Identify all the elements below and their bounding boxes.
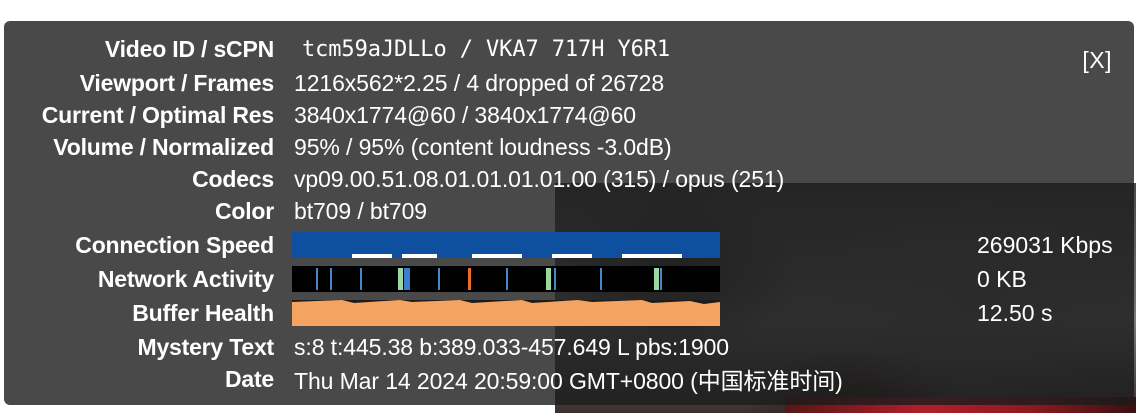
connection-speed-graph — [292, 232, 720, 258]
connection-speed-readout: 269031 Kbps — [977, 231, 1113, 258]
stat-value-date: Thu Mar 14 2024 20:59:00 GMT+0800 (中国标准时… — [294, 368, 843, 394]
stat-label: Connection Speed — [75, 231, 274, 258]
stat-row-date: Date Thu Mar 14 2024 20:59:00 GMT+0800 (… — [4, 363, 843, 395]
stat-value-mystery-text: s:8 t:445.38 b:389.033-457.649 L pbs:190… — [294, 333, 729, 360]
stat-row-video-id: Video ID / sCPN tcm59aJDLLo / VKA7 717H … — [4, 33, 670, 65]
stat-row-connection-speed: Connection Speed — [4, 229, 274, 261]
stat-value-viewport: 1216x562*2.25 / 4 dropped of 26728 — [294, 69, 665, 96]
stat-label: Codecs — [192, 165, 274, 192]
graph-spike — [654, 268, 659, 290]
graph-dip — [472, 254, 522, 258]
graph-segment — [506, 268, 508, 290]
stat-label: Viewport / Frames — [79, 69, 275, 96]
stat-value-volume: 95% / 95% (content loudness -3.0dB) — [294, 133, 672, 160]
stat-label: Color — [214, 197, 274, 224]
stats-for-nerds-panel: [X] Video ID / sCPN tcm59aJDLLo / VKA7 7… — [4, 21, 1134, 405]
network-activity-readout: 0 KB — [977, 265, 1027, 292]
buffer-health-readout: 12.50 s — [977, 299, 1053, 326]
stat-row-codecs: Codecs vp09.00.51.08.01.01.01.01.00 (315… — [4, 163, 784, 195]
graph-segment — [438, 268, 440, 290]
stat-row-network-activity: Network Activity — [4, 263, 274, 295]
graph-segment — [316, 268, 318, 290]
graph-segment — [404, 268, 410, 290]
graph-segment — [554, 268, 556, 290]
stat-value-color: bt709 / bt709 — [294, 197, 427, 224]
graph-dip — [352, 254, 392, 258]
graph-spike — [398, 268, 403, 290]
stat-label: Video ID / sCPN — [104, 35, 274, 62]
stat-row-buffer-health: Buffer Health — [4, 297, 274, 329]
graph-dip — [402, 254, 437, 258]
close-button[interactable]: [X] — [1082, 47, 1112, 74]
stat-value-codecs: vp09.00.51.08.01.01.01.01.00 (315) / opu… — [294, 165, 785, 192]
stat-row-volume: Volume / Normalized 95% / 95% (content l… — [4, 131, 672, 163]
stat-label: Network Activity — [97, 265, 274, 292]
graph-spike — [468, 268, 471, 290]
network-activity-graph — [292, 266, 720, 292]
graph-segment — [330, 268, 332, 290]
stat-label: Mystery Text — [137, 333, 274, 360]
stat-label: Date — [224, 365, 274, 392]
stat-label: Buffer Health — [132, 299, 274, 326]
graph-dip — [552, 254, 592, 258]
graph-spike — [546, 268, 551, 290]
stat-row-viewport: Viewport / Frames 1216x562*2.25 / 4 drop… — [4, 67, 664, 99]
graph-dip — [622, 254, 682, 258]
stat-row-resolution: Current / Optimal Res 3840x1774@60 / 384… — [4, 99, 636, 131]
stat-value-resolution: 3840x1774@60 / 3840x1774@60 — [294, 101, 636, 128]
graph-segment — [600, 268, 602, 290]
stat-label: Volume / Normalized — [53, 133, 274, 160]
stat-row-color: Color bt709 / bt709 — [4, 195, 427, 227]
graph-segment — [360, 268, 362, 290]
buffer-health-sawtooth — [292, 300, 720, 304]
graph-segment — [660, 268, 662, 290]
stat-row-mystery-text: Mystery Text s:8 t:445.38 b:389.033-457.… — [4, 331, 729, 363]
buffer-health-graph — [292, 300, 720, 326]
stat-value-video-id[interactable]: tcm59aJDLLo / VKA7 717H Y6R1 — [302, 37, 670, 62]
stat-label: Current / Optimal Res — [41, 101, 274, 128]
